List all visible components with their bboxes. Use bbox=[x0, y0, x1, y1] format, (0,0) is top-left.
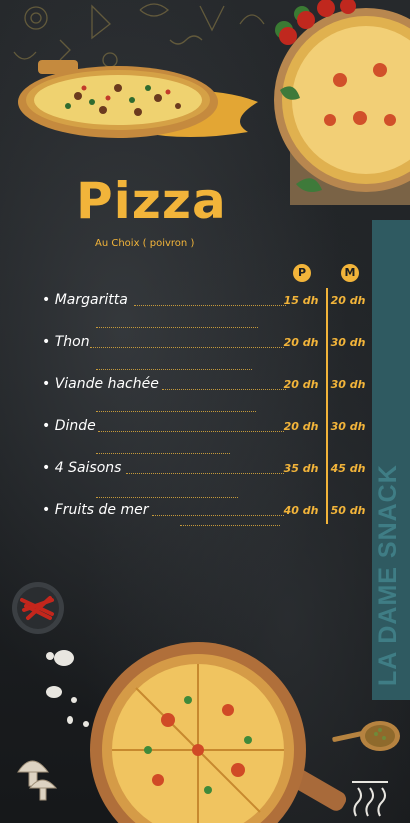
menu-item-name: • Thon bbox=[42, 334, 90, 350]
price-divider bbox=[326, 288, 328, 524]
dotted-leader bbox=[90, 347, 284, 348]
price-small: 20 dh bbox=[283, 378, 319, 391]
menu-item-name: • 4 Saisons bbox=[42, 460, 122, 476]
size-badge-m: M bbox=[341, 264, 359, 282]
menu-item: • Viande hachée 20 dh 30 dh bbox=[42, 376, 372, 396]
dotted-line bbox=[96, 411, 256, 412]
pizza-bottom-illustration bbox=[90, 642, 347, 823]
price-medium: 30 dh bbox=[330, 336, 366, 349]
steam-doodle bbox=[352, 781, 388, 817]
brand-name: LA DAME SNACK bbox=[374, 464, 402, 686]
pizza-top-right-illustration bbox=[274, 0, 410, 205]
menu-item: • Dinde 20 dh 30 dh bbox=[42, 418, 372, 438]
dotted-leader bbox=[98, 431, 284, 432]
dotted-leader bbox=[134, 305, 286, 306]
price-medium: 30 dh bbox=[330, 420, 366, 433]
mushroom-icon bbox=[17, 760, 58, 801]
menu-subtitle: Au Choix ( poivron ) bbox=[95, 238, 195, 249]
price-medium: 45 dh bbox=[330, 462, 366, 475]
menu-title: Pizza bbox=[76, 172, 227, 230]
dotted-line bbox=[96, 453, 230, 454]
menu-item-name: • Fruits de mer bbox=[42, 502, 149, 518]
dotted-leader bbox=[152, 515, 284, 516]
dotted-line bbox=[96, 327, 258, 328]
menu-item-name: • Margaritta bbox=[42, 292, 128, 308]
menu-item: • Margaritta 15 dh 20 dh bbox=[42, 292, 372, 312]
menu-item-name: • Dinde bbox=[42, 418, 96, 434]
menu-item-name: • Viande hachée bbox=[42, 376, 159, 392]
dotted-line bbox=[96, 497, 238, 498]
price-small: 35 dh bbox=[283, 462, 319, 475]
menu-item: • Fruits de mer 40 dh 50 dh bbox=[42, 502, 372, 522]
menu-item: • Thon 20 dh 30 dh bbox=[42, 334, 372, 354]
chili-icon bbox=[12, 582, 64, 634]
price-small: 15 dh bbox=[283, 294, 319, 307]
spoon-icon bbox=[332, 721, 400, 751]
menu-item: • 4 Saisons 35 dh 45 dh bbox=[42, 460, 372, 480]
price-medium: 20 dh bbox=[330, 294, 366, 307]
dotted-line bbox=[180, 525, 280, 526]
dotted-leader bbox=[126, 473, 284, 474]
price-small: 40 dh bbox=[283, 504, 319, 517]
price-medium: 50 dh bbox=[330, 504, 366, 517]
dotted-line bbox=[96, 369, 252, 370]
price-small: 20 dh bbox=[283, 420, 319, 433]
pizza-paddle-illustration bbox=[18, 60, 258, 138]
size-badge-p: P bbox=[293, 264, 311, 282]
dotted-leader bbox=[162, 389, 286, 390]
price-medium: 30 dh bbox=[330, 378, 366, 391]
price-small: 20 dh bbox=[283, 336, 319, 349]
